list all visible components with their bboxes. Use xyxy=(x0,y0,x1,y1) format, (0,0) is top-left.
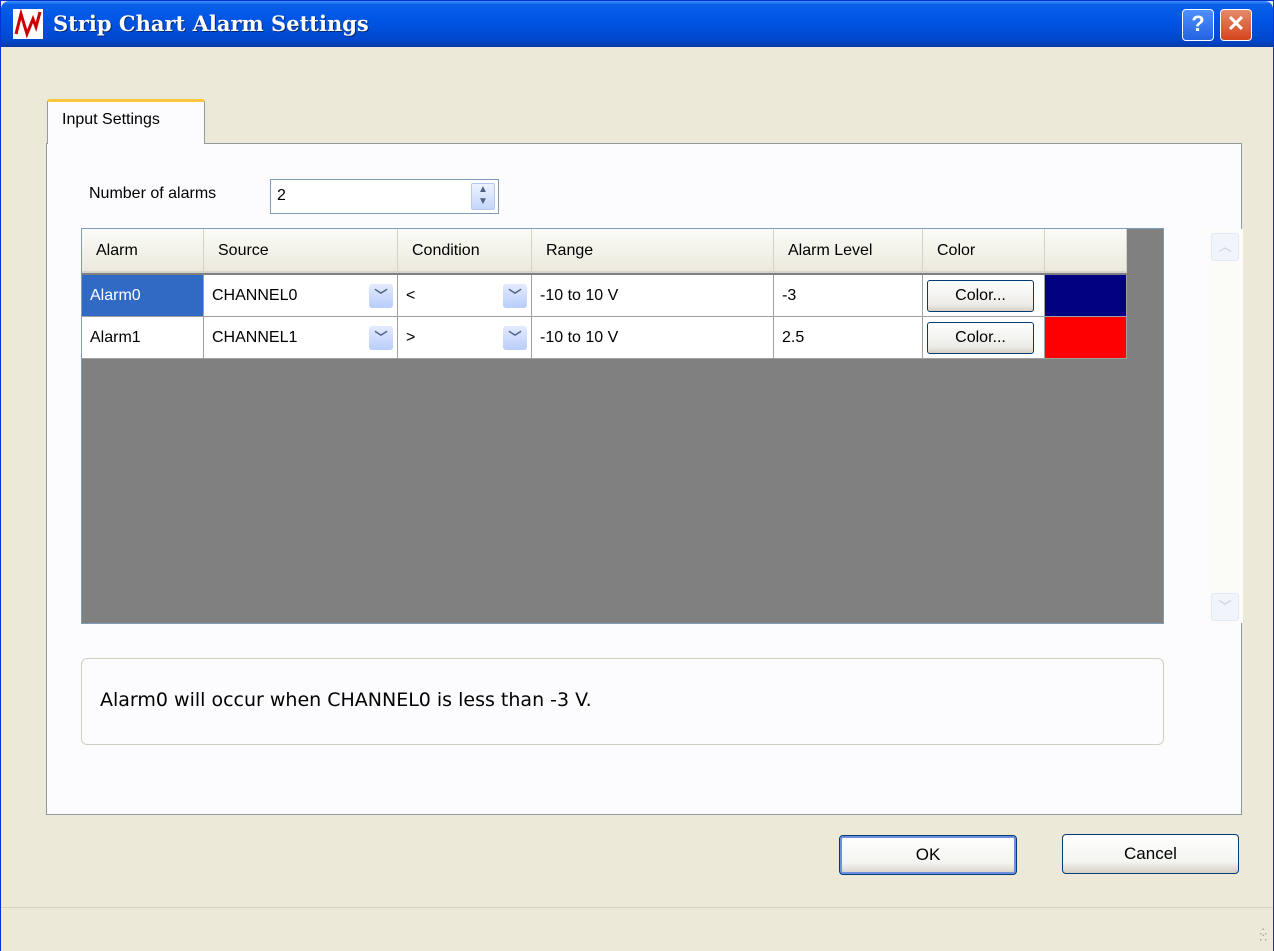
header-alarm-level[interactable]: Alarm Level xyxy=(774,229,923,273)
color-cell: Color... xyxy=(923,275,1045,317)
color-swatch xyxy=(1045,317,1127,359)
cell-alarm-level[interactable]: -3 xyxy=(774,275,923,317)
tab-label: Input Settings xyxy=(62,111,160,128)
ok-button[interactable]: OK xyxy=(839,835,1017,875)
chevron-down-icon[interactable]: ﹀ xyxy=(503,326,527,350)
condition-value: < xyxy=(406,287,416,304)
condition-dropdown[interactable]: > ﹀ xyxy=(398,317,532,359)
chevron-down-icon[interactable]: ﹀ xyxy=(369,284,393,308)
header-swatch xyxy=(1045,229,1127,273)
header-condition[interactable]: Condition xyxy=(398,229,532,273)
source-value: CHANNEL0 xyxy=(212,287,298,304)
cell-range[interactable]: -10 to 10 V xyxy=(532,275,774,317)
chevron-down-icon[interactable]: ﹀ xyxy=(369,326,393,350)
help-button[interactable]: ? xyxy=(1182,9,1214,41)
condition-value: > xyxy=(406,329,416,346)
title-bar[interactable]: Strip Chart Alarm Settings ? ✕ xyxy=(1,1,1273,47)
window-title: Strip Chart Alarm Settings xyxy=(53,11,369,36)
vertical-scrollbar[interactable]: ︿ ﹀ xyxy=(1209,229,1243,623)
number-of-alarms-value: 2 xyxy=(277,187,286,204)
color-button[interactable]: Color... xyxy=(927,280,1034,312)
source-value: CHANNEL1 xyxy=(212,329,298,346)
header-source[interactable]: Source xyxy=(204,229,398,273)
status-bar: ∴ ∴ xyxy=(1,907,1273,951)
cell-alarm-name[interactable]: Alarm1 xyxy=(82,317,204,359)
cancel-button[interactable]: Cancel xyxy=(1062,834,1239,874)
number-of-alarms-spinner[interactable]: 2 ▲ ▼ xyxy=(270,179,499,214)
scroll-up-icon[interactable]: ︿ xyxy=(1211,233,1239,261)
condition-dropdown[interactable]: < ﹀ xyxy=(398,275,532,317)
header-alarm[interactable]: Alarm xyxy=(82,229,204,273)
header-color[interactable]: Color xyxy=(923,229,1045,273)
cell-range[interactable]: -10 to 10 V xyxy=(532,317,774,359)
color-cell: Color... xyxy=(923,317,1045,359)
status-message-box: Alarm0 will occur when CHANNEL0 is less … xyxy=(81,658,1164,745)
color-swatch xyxy=(1045,275,1127,317)
up-down-arrows-icon[interactable]: ▲ ▼ xyxy=(471,183,495,210)
alarm-grid: Alarm Source Condition Range Alarm Level… xyxy=(81,228,1243,624)
source-dropdown[interactable]: CHANNEL1 ﹀ xyxy=(204,317,398,359)
number-of-alarms-label: Number of alarms xyxy=(89,185,217,202)
dialog-window: Strip Chart Alarm Settings ? ✕ Input Set… xyxy=(0,0,1274,951)
source-dropdown[interactable]: CHANNEL0 ﹀ xyxy=(204,275,398,317)
scroll-down-icon[interactable]: ﹀ xyxy=(1211,593,1239,621)
cell-alarm-level[interactable]: 2.5 xyxy=(774,317,923,359)
chevron-down-icon[interactable]: ﹀ xyxy=(503,284,527,308)
waveform-icon xyxy=(13,9,43,39)
resize-grip-icon[interactable]: ∴ ∴ xyxy=(1249,926,1267,947)
color-button[interactable]: Color... xyxy=(927,322,1034,354)
header-range[interactable]: Range xyxy=(532,229,774,273)
close-button[interactable]: ✕ xyxy=(1220,9,1252,41)
status-message: Alarm0 will occur when CHANNEL0 is less … xyxy=(100,689,592,711)
cell-alarm-name[interactable]: Alarm0 xyxy=(82,275,204,317)
tab-input-settings[interactable]: Input Settings xyxy=(47,99,205,144)
